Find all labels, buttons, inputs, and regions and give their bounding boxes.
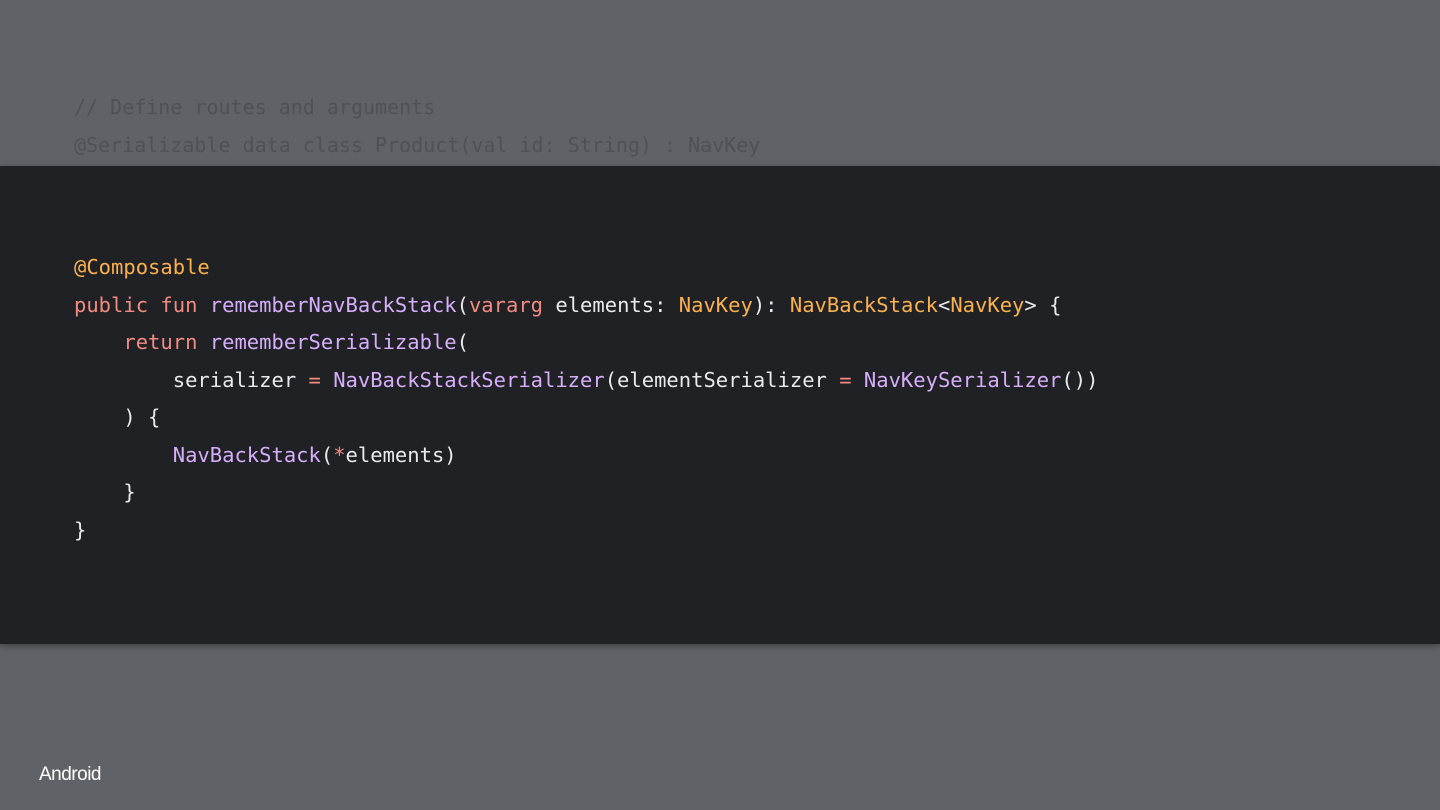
code-token: NavKeySerializer [863,367,1062,392]
code-token: < [937,292,951,317]
code-block: @Composable public fun rememberNavBackSta… [74,249,1098,549]
code-token: ): [752,292,790,317]
code-token: ) { [74,405,161,429]
code-token: = [839,367,864,392]
code-token: public fun [74,292,210,317]
code-line: } [74,512,1098,550]
code-token: * [333,442,346,467]
code-token: } [74,517,87,542]
code-token: NavBackStack [789,292,938,317]
code-line: NavBackStack(*elements) [74,437,1098,475]
code-token: (elementSerializer [604,367,840,392]
android-logo: Android [39,764,102,785]
code-token: elements: [555,292,679,317]
code-line: @Composable [74,249,1098,287]
background-comment-line: // Define routes and arguments [74,95,436,119]
code-token: ( [456,292,469,317]
code-panel: @Composable public fun rememberNavBackSta… [0,166,1440,644]
code-token: NavKey [950,292,1025,317]
code-token: ()) [1061,367,1099,392]
code-token: serializer [74,367,309,392]
code-token: = [308,367,334,392]
code-token: rememberNavBackStack [209,292,457,317]
code-line: serializer = NavBackStackSerializer(elem… [74,362,1099,400]
background-code: // Define routes and arguments @Serializ… [74,88,760,164]
code-token: vararg [468,292,556,317]
background-declaration-line: @Serializable data class Product(val id:… [74,133,761,157]
code-line: ) { [74,399,1098,437]
code-token: NavKey [678,292,753,317]
code-token: @Composable [74,255,210,279]
code-token: return [123,330,210,354]
code-token: NavBackStack [172,442,321,467]
code-token: rememberSerializable [209,330,457,354]
code-token: ( [320,442,334,467]
code-token: > { [1024,292,1062,317]
code-token: NavBackStackSerializer [333,367,605,392]
code-line: } [74,474,1098,512]
code-token: } [74,480,136,504]
code-token: elements) [345,442,457,467]
code-line: return rememberSerializable( [74,324,1098,362]
code-line: public fun rememberNavBackStack(vararg e… [74,287,1098,325]
code-token: ( [456,330,469,354]
